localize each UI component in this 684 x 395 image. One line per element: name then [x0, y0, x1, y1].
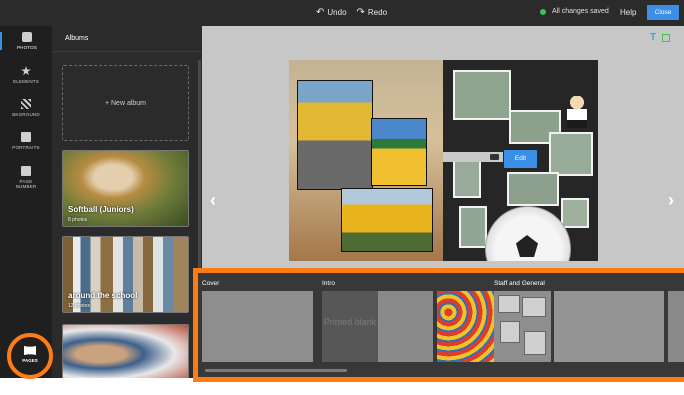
help-link[interactable]: Help — [620, 8, 636, 17]
album-count: 8 photos — [68, 217, 88, 223]
page-thumb[interactable] — [494, 291, 551, 362]
album-count: 12 photos — [68, 303, 90, 309]
background-icon — [21, 99, 31, 109]
photo-frame[interactable] — [459, 206, 487, 248]
page-thumb[interactable] — [437, 291, 494, 362]
page-thumb[interactable] — [378, 291, 433, 362]
rail-item-page-number[interactable]: PAGE NUMBER — [0, 166, 52, 189]
photo-frame[interactable] — [341, 188, 433, 252]
section-label-staff: Staff and General — [494, 280, 545, 287]
mini-photo — [500, 321, 520, 343]
save-status: All changes saved — [540, 8, 609, 15]
albums-title: Albums — [65, 35, 89, 42]
frame-tool-icon[interactable] — [662, 34, 671, 42]
page-number-icon — [21, 166, 31, 176]
saved-dot-icon — [540, 8, 546, 15]
new-album-button[interactable]: + New album — [62, 65, 189, 141]
page-thumb[interactable] — [668, 291, 684, 362]
album-card-around-school[interactable]: around the school 12 photos — [62, 236, 189, 313]
photo-frame[interactable] — [371, 118, 427, 186]
star-icon — [21, 66, 31, 76]
pages-strip: Cover Intro Staff and General Printed bl… — [198, 273, 684, 377]
page-thumb[interactable] — [554, 291, 664, 362]
rail-item-elements[interactable]: ELEMENTS — [0, 66, 52, 84]
undo-button[interactable]: ↶ Undo — [316, 7, 347, 18]
photo-frame[interactable] — [297, 80, 373, 190]
portrait-icon — [21, 132, 31, 142]
undo-icon: ↶ — [316, 7, 325, 18]
edit-button[interactable]: Edit — [504, 150, 537, 168]
photo-frame[interactable] — [507, 172, 559, 206]
section-label-cover: Cover — [202, 280, 220, 287]
book-icon — [24, 346, 36, 355]
next-page-arrow-icon[interactable]: › — [668, 190, 674, 211]
section-label-intro: Intro — [322, 280, 336, 287]
album-name: around the school — [68, 291, 138, 300]
mini-photo — [498, 295, 520, 313]
rail-item-photos[interactable]: PHOTOS — [0, 32, 52, 50]
canvas-tools: T — [650, 32, 671, 43]
undo-redo-group: ↶ Undo ↷ Redo — [316, 7, 387, 18]
photo-frame[interactable] — [561, 198, 589, 228]
page-thumb-blank[interactable]: Printed blank — [322, 291, 378, 362]
left-rail: PHOTOS ELEMENTS BKGROUND PORTRAITS PAGE … — [0, 26, 52, 378]
cartoon-graphic[interactable] — [567, 96, 587, 128]
blank-page-label: Printed blank — [323, 317, 377, 327]
pages-button[interactable]: PAGES — [7, 333, 53, 379]
mini-photo — [522, 297, 546, 317]
text-tool-icon[interactable]: T — [650, 32, 656, 43]
rail-item-portraits[interactable]: PORTRAITS — [0, 132, 52, 150]
album-card-softball[interactable]: Softball (Juniors) 8 photos — [62, 150, 189, 227]
rail-item-background[interactable]: BKGROUND — [0, 99, 52, 117]
prev-page-arrow-icon[interactable]: ‹ — [210, 190, 216, 211]
redo-icon: ↷ — [356, 7, 365, 18]
redo-button[interactable]: ↷ Redo — [357, 7, 388, 18]
albums-divider — [52, 51, 202, 52]
mini-photo — [524, 331, 546, 355]
album-card-third[interactable] — [62, 324, 189, 378]
top-bar: ↶ Undo ↷ Redo All changes saved Help Close — [0, 0, 684, 26]
photo-frame[interactable] — [453, 160, 481, 198]
close-button[interactable]: Close — [647, 5, 679, 20]
album-name: Softball (Juniors) — [68, 205, 134, 214]
pages-strip-scrollbar[interactable] — [205, 369, 347, 372]
photo-frame[interactable] — [549, 132, 593, 176]
left-page[interactable] — [289, 60, 443, 261]
albums-panel: Albums + New album Softball (Juniors) 8 … — [52, 26, 202, 378]
photo-frame[interactable] — [453, 70, 511, 120]
page-thumb-cover[interactable] — [202, 291, 313, 362]
photos-icon — [22, 32, 32, 42]
camera-icon — [490, 154, 499, 160]
